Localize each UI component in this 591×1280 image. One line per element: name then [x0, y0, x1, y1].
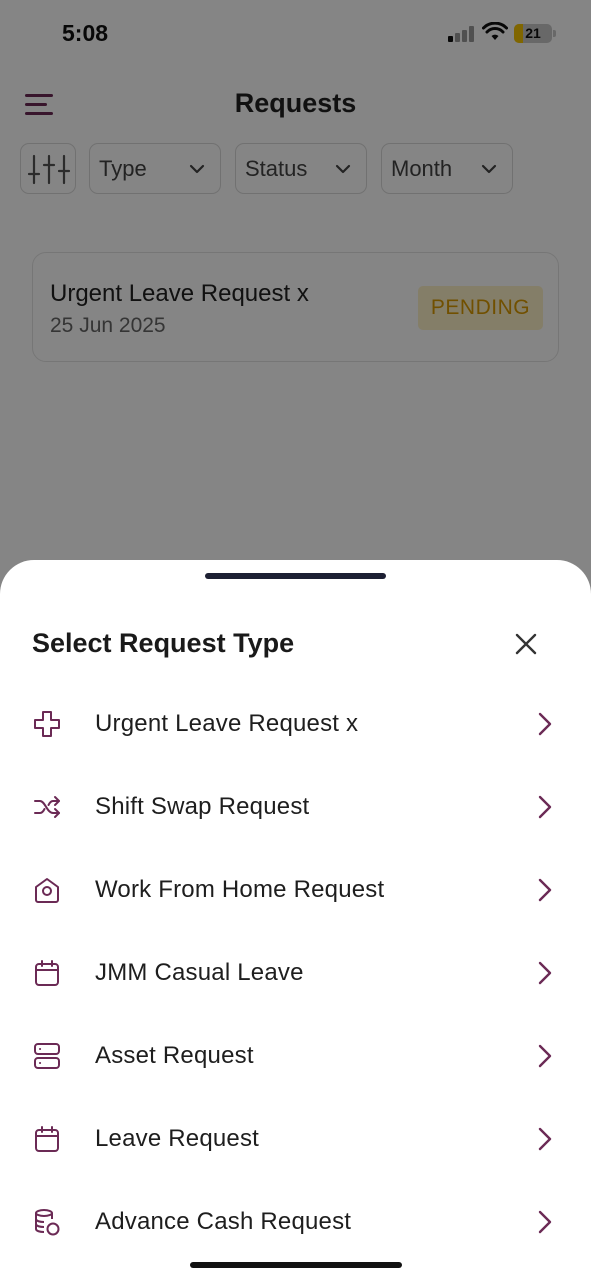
option-leave-request[interactable]: Leave Request: [0, 1096, 591, 1179]
chevron-right-icon: [538, 795, 552, 819]
option-label: Shift Swap Request: [95, 793, 310, 820]
shuffle-icon: [34, 796, 60, 818]
option-label: Advance Cash Request: [95, 1208, 352, 1235]
option-work-from-home-request[interactable]: Work From Home Request: [0, 847, 591, 930]
sheet-title: Select Request Type: [32, 628, 295, 658]
home-indicator[interactable]: [190, 1262, 402, 1268]
chevron-right-icon: [538, 961, 552, 985]
calendar-icon: [35, 1126, 59, 1152]
chevron-right-icon: [538, 1210, 552, 1234]
option-label: Urgent Leave Request x: [95, 710, 359, 737]
coins-icon: [35, 1209, 60, 1236]
sheet-drag-handle[interactable]: [205, 573, 386, 579]
option-urgent-leave-request[interactable]: Urgent Leave Request x: [0, 681, 591, 764]
option-advance-cash-request[interactable]: Advance Cash Request: [0, 1179, 591, 1262]
chevron-right-icon: [538, 878, 552, 902]
option-asset-request[interactable]: Asset Request: [0, 1013, 591, 1096]
chevron-right-icon: [538, 1044, 552, 1068]
option-label: JMM Casual Leave: [95, 959, 304, 986]
option-label: Asset Request: [95, 1042, 254, 1069]
medical-cross-icon: [34, 711, 60, 737]
chevron-right-icon: [538, 1127, 552, 1151]
request-type-sheet: Select Request Type Urgent Leave Request…: [0, 560, 591, 1280]
option-label: Leave Request: [95, 1125, 260, 1152]
calendar-icon: [35, 960, 59, 986]
chevron-right-icon: [538, 712, 552, 736]
home-icon: [35, 878, 59, 903]
server-icon: [34, 1043, 60, 1069]
close-icon[interactable]: [510, 628, 542, 660]
option-shift-swap-request[interactable]: Shift Swap Request: [0, 764, 591, 847]
option-label: Work From Home Request: [95, 876, 385, 903]
option-jmm-casual-leave[interactable]: JMM Casual Leave: [0, 930, 591, 1013]
